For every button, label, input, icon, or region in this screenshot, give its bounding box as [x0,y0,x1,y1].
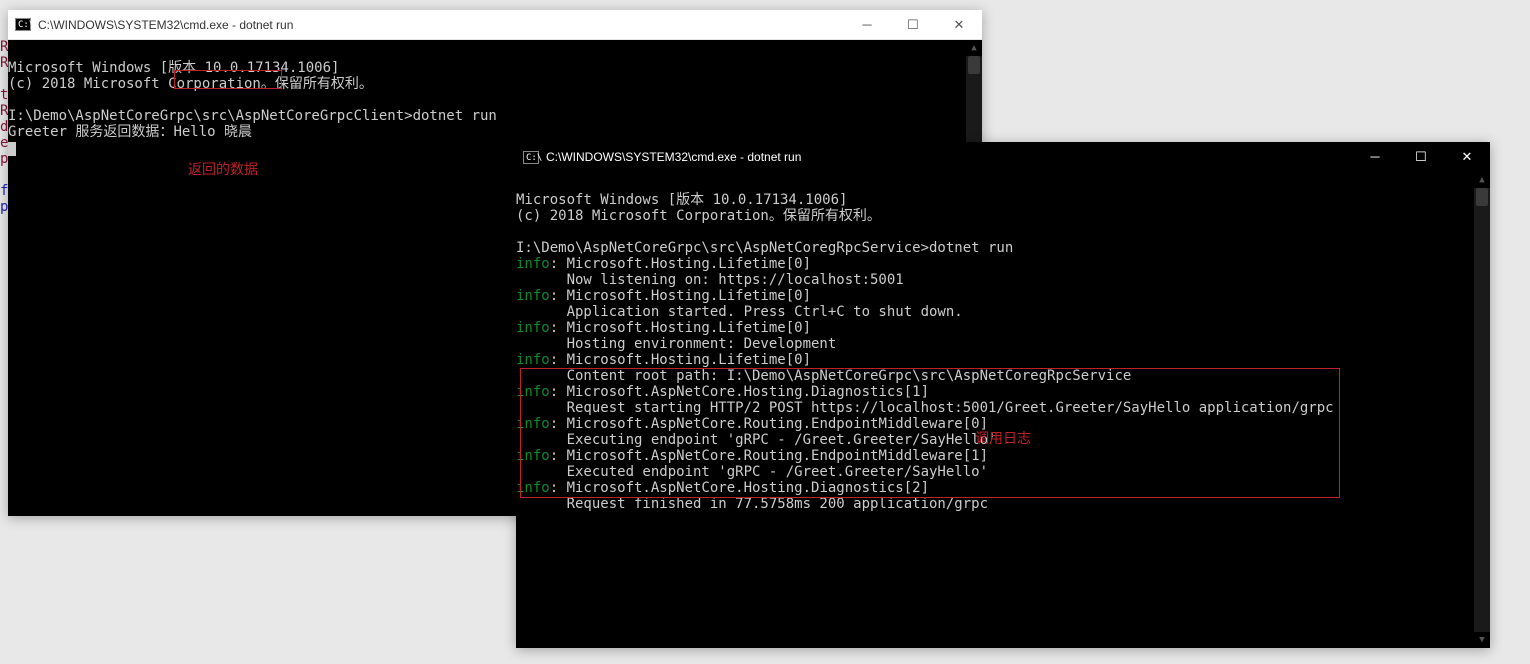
scroll-thumb[interactable] [968,56,980,74]
console-body[interactable]: Microsoft Windows [版本 10.0.17134.1006] (… [516,172,1490,648]
console-line: Hosting environment: Development [516,336,836,352]
scroll-thumb[interactable] [1476,188,1488,206]
console-line: info: Microsoft.Hosting.Lifetime[0] [516,320,811,336]
console-line: Now listening on: https://localhost:5001 [516,272,904,288]
scroll-up-icon[interactable]: ▲ [966,40,982,56]
window-title: C:\WINDOWS\SYSTEM32\cmd.exe - dotnet run [38,17,844,33]
titlebar[interactable]: C:\ C:\WINDOWS\SYSTEM32\cmd.exe - dotnet… [516,142,1490,172]
annotation-label-log: 调用日志 [975,431,1031,447]
annotation-box-return [174,70,282,89]
cmd-icon: C:\ [516,151,546,164]
cmd-icon: C:\ [8,18,38,31]
annotation-box-log: 调用日志 [520,368,1340,498]
close-button[interactable]: ✕ [936,10,982,39]
scroll-up-icon[interactable]: ▲ [1474,172,1490,188]
console-line: Microsoft Windows [版本 10.0.17134.1006] [516,192,847,208]
console-line: Request finished in 77.5758ms 200 applic… [516,496,996,512]
console-line: I:\Demo\AspNetCoreGrpc\src\AspNetCoreGrp… [8,108,497,124]
console-line: (c) 2018 Microsoft Corporation。保留所有权利。 [516,208,881,224]
console-line: info: Microsoft.Hosting.Lifetime[0] [516,352,811,368]
console-line: info: Microsoft.Hosting.Lifetime[0] [516,256,811,272]
maximize-button[interactable]: ☐ [1398,142,1444,172]
close-button[interactable]: ✕ [1444,142,1490,172]
annotation-label-return: 返回的数据 [188,162,258,178]
console-line: info: Microsoft.Hosting.Lifetime[0] [516,288,811,304]
window-title: C:\WINDOWS\SYSTEM32\cmd.exe - dotnet run [546,149,1352,165]
titlebar[interactable]: C:\ C:\WINDOWS\SYSTEM32\cmd.exe - dotnet… [8,10,982,40]
cmd-window-service: C:\ C:\WINDOWS\SYSTEM32\cmd.exe - dotnet… [516,142,1490,648]
minimize-button[interactable]: ─ [844,10,890,39]
scroll-down-icon[interactable]: ▼ [1474,632,1490,648]
console-line: Greeter 服务返回数据：Hello 晓晨 [8,124,252,140]
scrollbar[interactable]: ▲ ▼ [1474,172,1490,648]
console-line: Application started. Press Ctrl+C to shu… [516,304,963,320]
cursor [8,142,16,156]
maximize-button[interactable]: ☐ [890,10,936,39]
code-gutter: R R t R d e p f p [0,39,8,215]
console-line: I:\Demo\AspNetCoreGrpc\src\AspNetCoregRp… [516,240,1013,256]
minimize-button[interactable]: ─ [1352,142,1398,172]
